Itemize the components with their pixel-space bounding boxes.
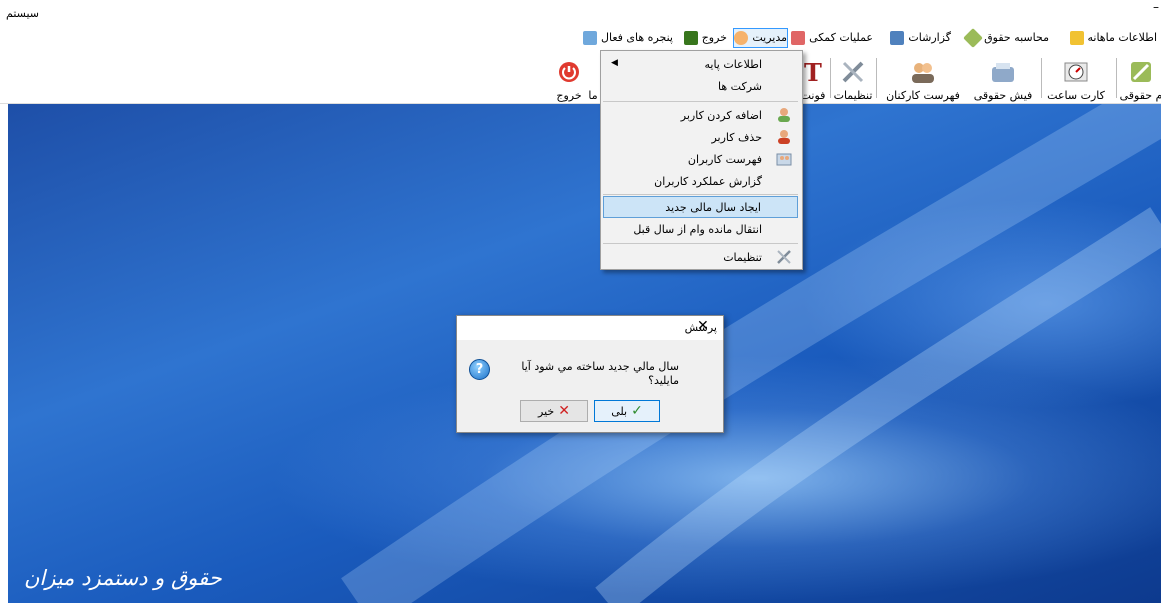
toolbar-time-card-button[interactable]: کارت ساعت	[1045, 52, 1107, 102]
toolbar-exit-button[interactable]: خروج	[554, 52, 584, 102]
svg-text:T: T	[804, 59, 822, 85]
toolbar-font-button[interactable]: T فونت	[801, 52, 825, 102]
menu-item-settings[interactable]: تنظیمات	[603, 246, 798, 268]
menu-active-windows[interactable]: پنجره هاى فعال	[583, 29, 673, 47]
menu-label: گزارشات	[908, 31, 951, 44]
menu-label: پنجره هاى فعال	[601, 31, 673, 44]
toolbar-payslip-button[interactable]: فیش حقوقی	[969, 52, 1037, 102]
toolbar-separator	[1116, 58, 1117, 98]
no-button[interactable]: ✕ خیر	[520, 400, 588, 422]
exit-icon	[683, 31, 698, 45]
toolbar-label: خروج	[556, 89, 582, 102]
menu-item-users-report[interactable]: گزارش عملکرد کاربران	[603, 170, 798, 192]
users-list-icon	[776, 151, 792, 167]
cross-icon: ✕	[558, 403, 570, 419]
management-icon	[734, 31, 749, 45]
no-button-label: خیر	[538, 404, 555, 418]
menu-exit[interactable]: خروج	[683, 29, 727, 47]
menu-helper-ops[interactable]: عمليات کمکی	[791, 29, 873, 47]
toolbar-separator	[876, 58, 877, 98]
menu-label: عمليات کمکی	[809, 31, 873, 44]
monthly-info-icon	[1069, 31, 1084, 45]
menu-item-transfer-loan[interactable]: انتقال مانده وام از سال قبل	[603, 218, 798, 240]
font-icon: T	[801, 58, 825, 86]
menu-item-add-user[interactable]: اضافه كردن كاربر	[603, 104, 798, 126]
menu-item-companies[interactable]: شرکت ها	[603, 75, 798, 97]
toolbar-label: کارت ساعت	[1047, 89, 1105, 102]
toolbar-label: ما	[588, 89, 598, 102]
menu-separator	[603, 194, 798, 195]
menu-item-users-list[interactable]: فهرست کاربران	[603, 148, 798, 170]
toolbar-staff-list-button[interactable]: فهرست کارکنان	[881, 52, 965, 102]
menu-item-label: شرکت ها	[718, 79, 762, 93]
active-windows-icon	[583, 31, 598, 45]
menu-management[interactable]: مديريت	[733, 28, 788, 48]
question-icon: ?	[469, 359, 490, 380]
menu-item-label: ايجاد سال مالى جديد	[665, 200, 761, 214]
menu-item-label: اضافه كردن كاربر	[680, 108, 762, 122]
menu-item-label: فهرست کاربران	[687, 152, 762, 166]
menu-item-label: اطلاعات پايه	[704, 57, 762, 71]
power-icon	[553, 58, 585, 86]
menu-separator	[603, 101, 798, 102]
yes-button[interactable]: ✓ بلی	[594, 400, 660, 422]
payslip-icon	[987, 58, 1019, 86]
remove-user-icon	[776, 129, 792, 145]
dialog-title-bar: پرسش ✕	[457, 316, 723, 340]
staff-list-icon	[907, 58, 939, 86]
menu-item-label: حذف کاربر	[711, 130, 762, 144]
menu-bar: اطلاعات ماهانه محاسبه حقوق گزارشات عمليا…	[0, 26, 1161, 50]
brand-logo-text: حقوق و دستمزد ميزان	[24, 566, 222, 590]
submenu-arrow-icon: ◀	[611, 58, 618, 68]
menu-reports[interactable]: گزارشات	[890, 29, 951, 47]
question-dialog: پرسش ✕ ? سال مالي جديد ساخته مي شود آيا …	[456, 315, 724, 433]
menu-item-new-fiscal-year[interactable]: ايجاد سال مالى جديد	[603, 196, 798, 218]
dialog-close-button[interactable]: ✕	[697, 318, 709, 334]
reports-icon	[890, 31, 905, 45]
management-dropdown: اطلاعات پايه ◀ شرکت ها اضافه كردن كاربر …	[600, 50, 803, 270]
toolbar-settings-button[interactable]: تنظیمات	[833, 52, 873, 102]
app-title: سيستم	[6, 7, 39, 20]
toolbar-label: فیش حقوقی	[973, 89, 1033, 102]
toolbar-separator	[1041, 58, 1042, 98]
menu-separator	[603, 243, 798, 244]
dialog-message: سال مالي جديد ساخته مي شود آيا مايليد؟	[521, 360, 679, 387]
menu-label: مديريت	[752, 31, 787, 44]
minimize-button[interactable]: –	[1153, 0, 1159, 14]
menu-monthly-info[interactable]: اطلاعات ماهانه	[1069, 29, 1158, 47]
yes-button-label: بلی	[611, 404, 628, 418]
toolbar: م حقوقی کارت ساعت فیش حقوقی فهرست کارکنا…	[0, 50, 1161, 104]
title-bar: سيستم –	[0, 0, 1161, 26]
menu-item-remove-user[interactable]: حذف کاربر	[603, 126, 798, 148]
menu-label: اطلاعات ماهانه	[1087, 31, 1158, 44]
toolbar-salary-button[interactable]: م حقوقی	[1119, 52, 1161, 102]
toolbar-label: تنظیمات	[833, 89, 873, 102]
menu-label: محاسبه حقوق	[984, 31, 1049, 44]
settings-icon	[776, 249, 792, 265]
toolbar-label: م حقوقی	[1119, 89, 1161, 102]
toolbar-label: فونت	[801, 89, 825, 102]
salary-calc-icon	[963, 28, 984, 48]
menu-item-label: انتقال مانده وام از سال قبل	[633, 222, 762, 236]
toolbar-label: فهرست کارکنان	[886, 89, 960, 102]
menu-salary-calc[interactable]: محاسبه حقوق	[963, 28, 1049, 48]
check-icon: ✓	[631, 403, 643, 419]
menu-item-label: تنظیمات	[723, 250, 762, 264]
add-user-icon	[776, 107, 792, 123]
toolbar-separator	[830, 58, 831, 98]
edit-pencil-icon	[1125, 58, 1157, 86]
helper-ops-icon	[791, 31, 806, 45]
menu-item-label: گزارش عملکرد کاربران	[654, 174, 762, 188]
settings-tools-icon	[837, 58, 869, 86]
menu-item-basic-info[interactable]: اطلاعات پايه ◀	[603, 53, 798, 75]
time-card-icon	[1060, 58, 1092, 86]
menu-label: خروج	[701, 31, 727, 44]
